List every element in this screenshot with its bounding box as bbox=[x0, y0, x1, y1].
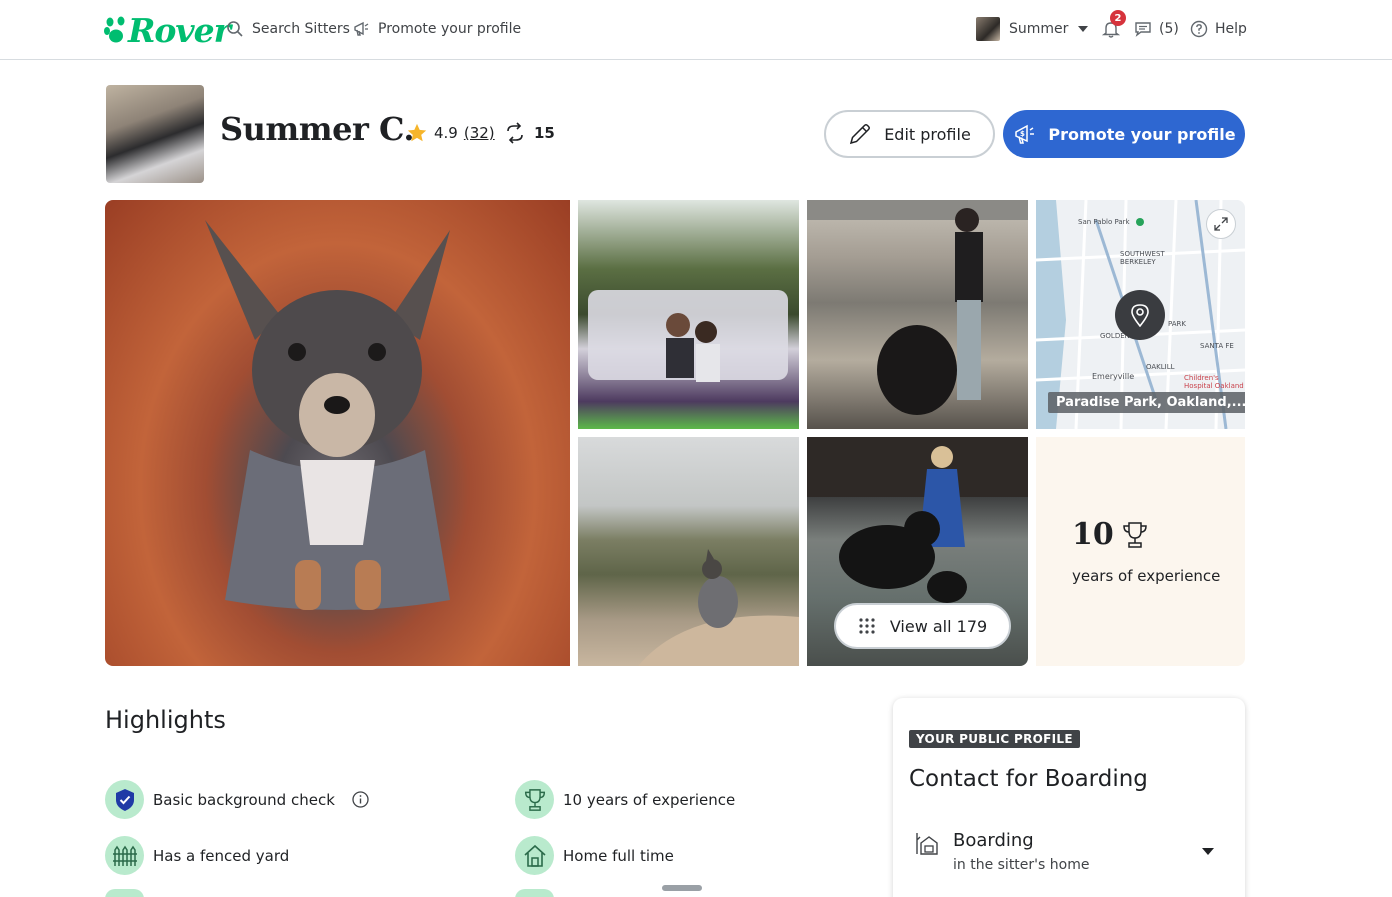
experience-card: 10 years of experience bbox=[1036, 437, 1245, 666]
rating-value: 4.9 bbox=[434, 124, 458, 142]
highlight-label: Basic background check bbox=[153, 790, 335, 809]
boarding-house-icon bbox=[916, 833, 938, 855]
grid-dots-icon bbox=[859, 618, 875, 634]
highlight-item: Home full time bbox=[515, 836, 674, 875]
trophy-icon bbox=[1122, 521, 1147, 548]
promote-profile-button[interactable]: $ Promote your profile bbox=[1003, 110, 1245, 158]
hillside-dog-photo-illustration bbox=[638, 549, 799, 666]
couple-photo-illustration bbox=[588, 290, 788, 382]
gallery-photo-main[interactable] bbox=[105, 200, 570, 666]
location-map[interactable]: San Pablo Park SOUTHWEST BERKELEY PARK G… bbox=[1036, 200, 1245, 429]
map-label: SOUTHWEST BERKELEY bbox=[1120, 250, 1165, 266]
megaphone-icon bbox=[354, 21, 369, 36]
help-label: Help bbox=[1215, 21, 1247, 37]
location-label: Paradise Park, Oakland,... bbox=[1048, 392, 1245, 413]
help-circle-icon bbox=[1190, 20, 1208, 38]
map-label: San Pablo Park bbox=[1078, 218, 1130, 226]
edit-profile-label: Edit profile bbox=[884, 124, 971, 144]
house-icon bbox=[523, 844, 546, 867]
map-label: SANTA FE bbox=[1200, 342, 1234, 350]
highlight-icon-partial bbox=[105, 889, 144, 897]
svg-text:$: $ bbox=[1020, 130, 1025, 138]
map-label: Emeryville bbox=[1092, 372, 1135, 381]
walking-photo-illustration bbox=[807, 200, 1028, 415]
promote-profile-link[interactable]: Promote your profile bbox=[352, 18, 521, 40]
chat-icon bbox=[1135, 22, 1151, 37]
notification-badge: 2 bbox=[1110, 10, 1126, 26]
map-expand-button[interactable] bbox=[1206, 209, 1236, 239]
highlight-icon-wrap bbox=[515, 836, 554, 875]
fence-icon bbox=[112, 845, 137, 866]
promote-profile-label: Promote your profile bbox=[378, 21, 522, 37]
map-pin bbox=[1115, 290, 1165, 340]
rating-summary[interactable]: 4.9 (32) bbox=[406, 122, 495, 144]
gallery-photo-3[interactable] bbox=[807, 200, 1028, 429]
star-icon bbox=[407, 123, 427, 142]
megaphone-icon: $ bbox=[1015, 124, 1035, 144]
service-selector[interactable]: Boarding in the sitter's home bbox=[915, 828, 1225, 878]
search-icon bbox=[227, 21, 243, 37]
highlight-icon-wrap bbox=[515, 780, 554, 819]
trophy-icon bbox=[524, 788, 545, 811]
highlight-label: Has a fenced yard bbox=[153, 846, 290, 865]
notifications-button[interactable]: 2 bbox=[1102, 10, 1126, 44]
highlight-item: 10 years of experience bbox=[515, 780, 735, 819]
search-sitters-link[interactable]: Search Sitters bbox=[226, 18, 350, 40]
pencil-icon bbox=[850, 124, 871, 145]
repeat-clients-count: 15 bbox=[534, 124, 555, 142]
service-description: in the sitter's home bbox=[953, 857, 1090, 873]
location-pin-icon bbox=[1131, 304, 1149, 327]
highlights-title: Highlights bbox=[105, 706, 226, 734]
rover-logo[interactable]: Rover bbox=[104, 10, 231, 50]
chevron-down-icon bbox=[1202, 848, 1214, 855]
messages-button[interactable]: (5) bbox=[1134, 14, 1179, 44]
gallery-photo-5[interactable] bbox=[578, 437, 799, 666]
expand-icon bbox=[1214, 217, 1228, 231]
experience-years-value: 10 bbox=[1072, 517, 1114, 552]
user-name: Summer bbox=[1009, 21, 1069, 37]
public-profile-badge: YOUR PUBLIC PROFILE bbox=[909, 730, 1080, 748]
review-count-link[interactable]: (32) bbox=[464, 124, 495, 142]
experience-label: years of experience bbox=[1072, 567, 1221, 585]
dog-photo-illustration bbox=[205, 220, 450, 610]
brand-name: Rover bbox=[128, 10, 231, 50]
highlight-icon-wrap bbox=[105, 780, 144, 819]
experience-years: 10 bbox=[1072, 517, 1148, 552]
highlight-label: 10 years of experience bbox=[563, 790, 736, 809]
map-label: PARK bbox=[1168, 320, 1187, 328]
profile-name: Summer C. bbox=[220, 110, 415, 148]
chevron-down-icon bbox=[1078, 26, 1089, 32]
search-sitters-label: Search Sitters bbox=[252, 21, 350, 37]
highlight-item: Basic background check bbox=[105, 780, 369, 819]
map-label: OAKLILL bbox=[1146, 363, 1175, 371]
view-all-photos-button[interactable]: View all 179 bbox=[834, 603, 1011, 649]
highlight-icon-wrap bbox=[105, 836, 144, 875]
top-navigation: Rover Search Sitters Promote your profil… bbox=[0, 0, 1392, 60]
promote-profile-label: Promote your profile bbox=[1048, 124, 1236, 144]
user-menu[interactable]: Summer bbox=[976, 14, 1089, 44]
repeat-icon bbox=[507, 122, 523, 144]
avatar bbox=[976, 17, 1000, 41]
highlight-label: Home full time bbox=[563, 846, 674, 865]
info-icon[interactable] bbox=[352, 791, 369, 808]
profile-photo[interactable] bbox=[106, 85, 204, 183]
view-all-label: View all 179 bbox=[889, 616, 988, 636]
shield-check-icon bbox=[115, 788, 134, 811]
paw-icon bbox=[104, 16, 125, 43]
gallery-photo-2[interactable] bbox=[578, 200, 799, 429]
repeat-clients: 15 bbox=[504, 122, 555, 144]
service-name: Boarding bbox=[953, 830, 1034, 851]
messages-count: (5) bbox=[1159, 21, 1179, 37]
highlight-item: Has a fenced yard bbox=[105, 836, 289, 875]
edit-profile-button[interactable]: Edit profile bbox=[824, 110, 995, 158]
help-link[interactable]: Help bbox=[1190, 14, 1247, 44]
contact-card: YOUR PUBLIC PROFILE Contact for Boarding… bbox=[893, 698, 1245, 897]
scroll-handle[interactable] bbox=[662, 885, 702, 891]
map-label: Children's Hospital Oakland bbox=[1184, 374, 1244, 390]
highlight-icon-partial bbox=[515, 889, 554, 897]
contact-title: Contact for Boarding bbox=[909, 766, 1148, 792]
